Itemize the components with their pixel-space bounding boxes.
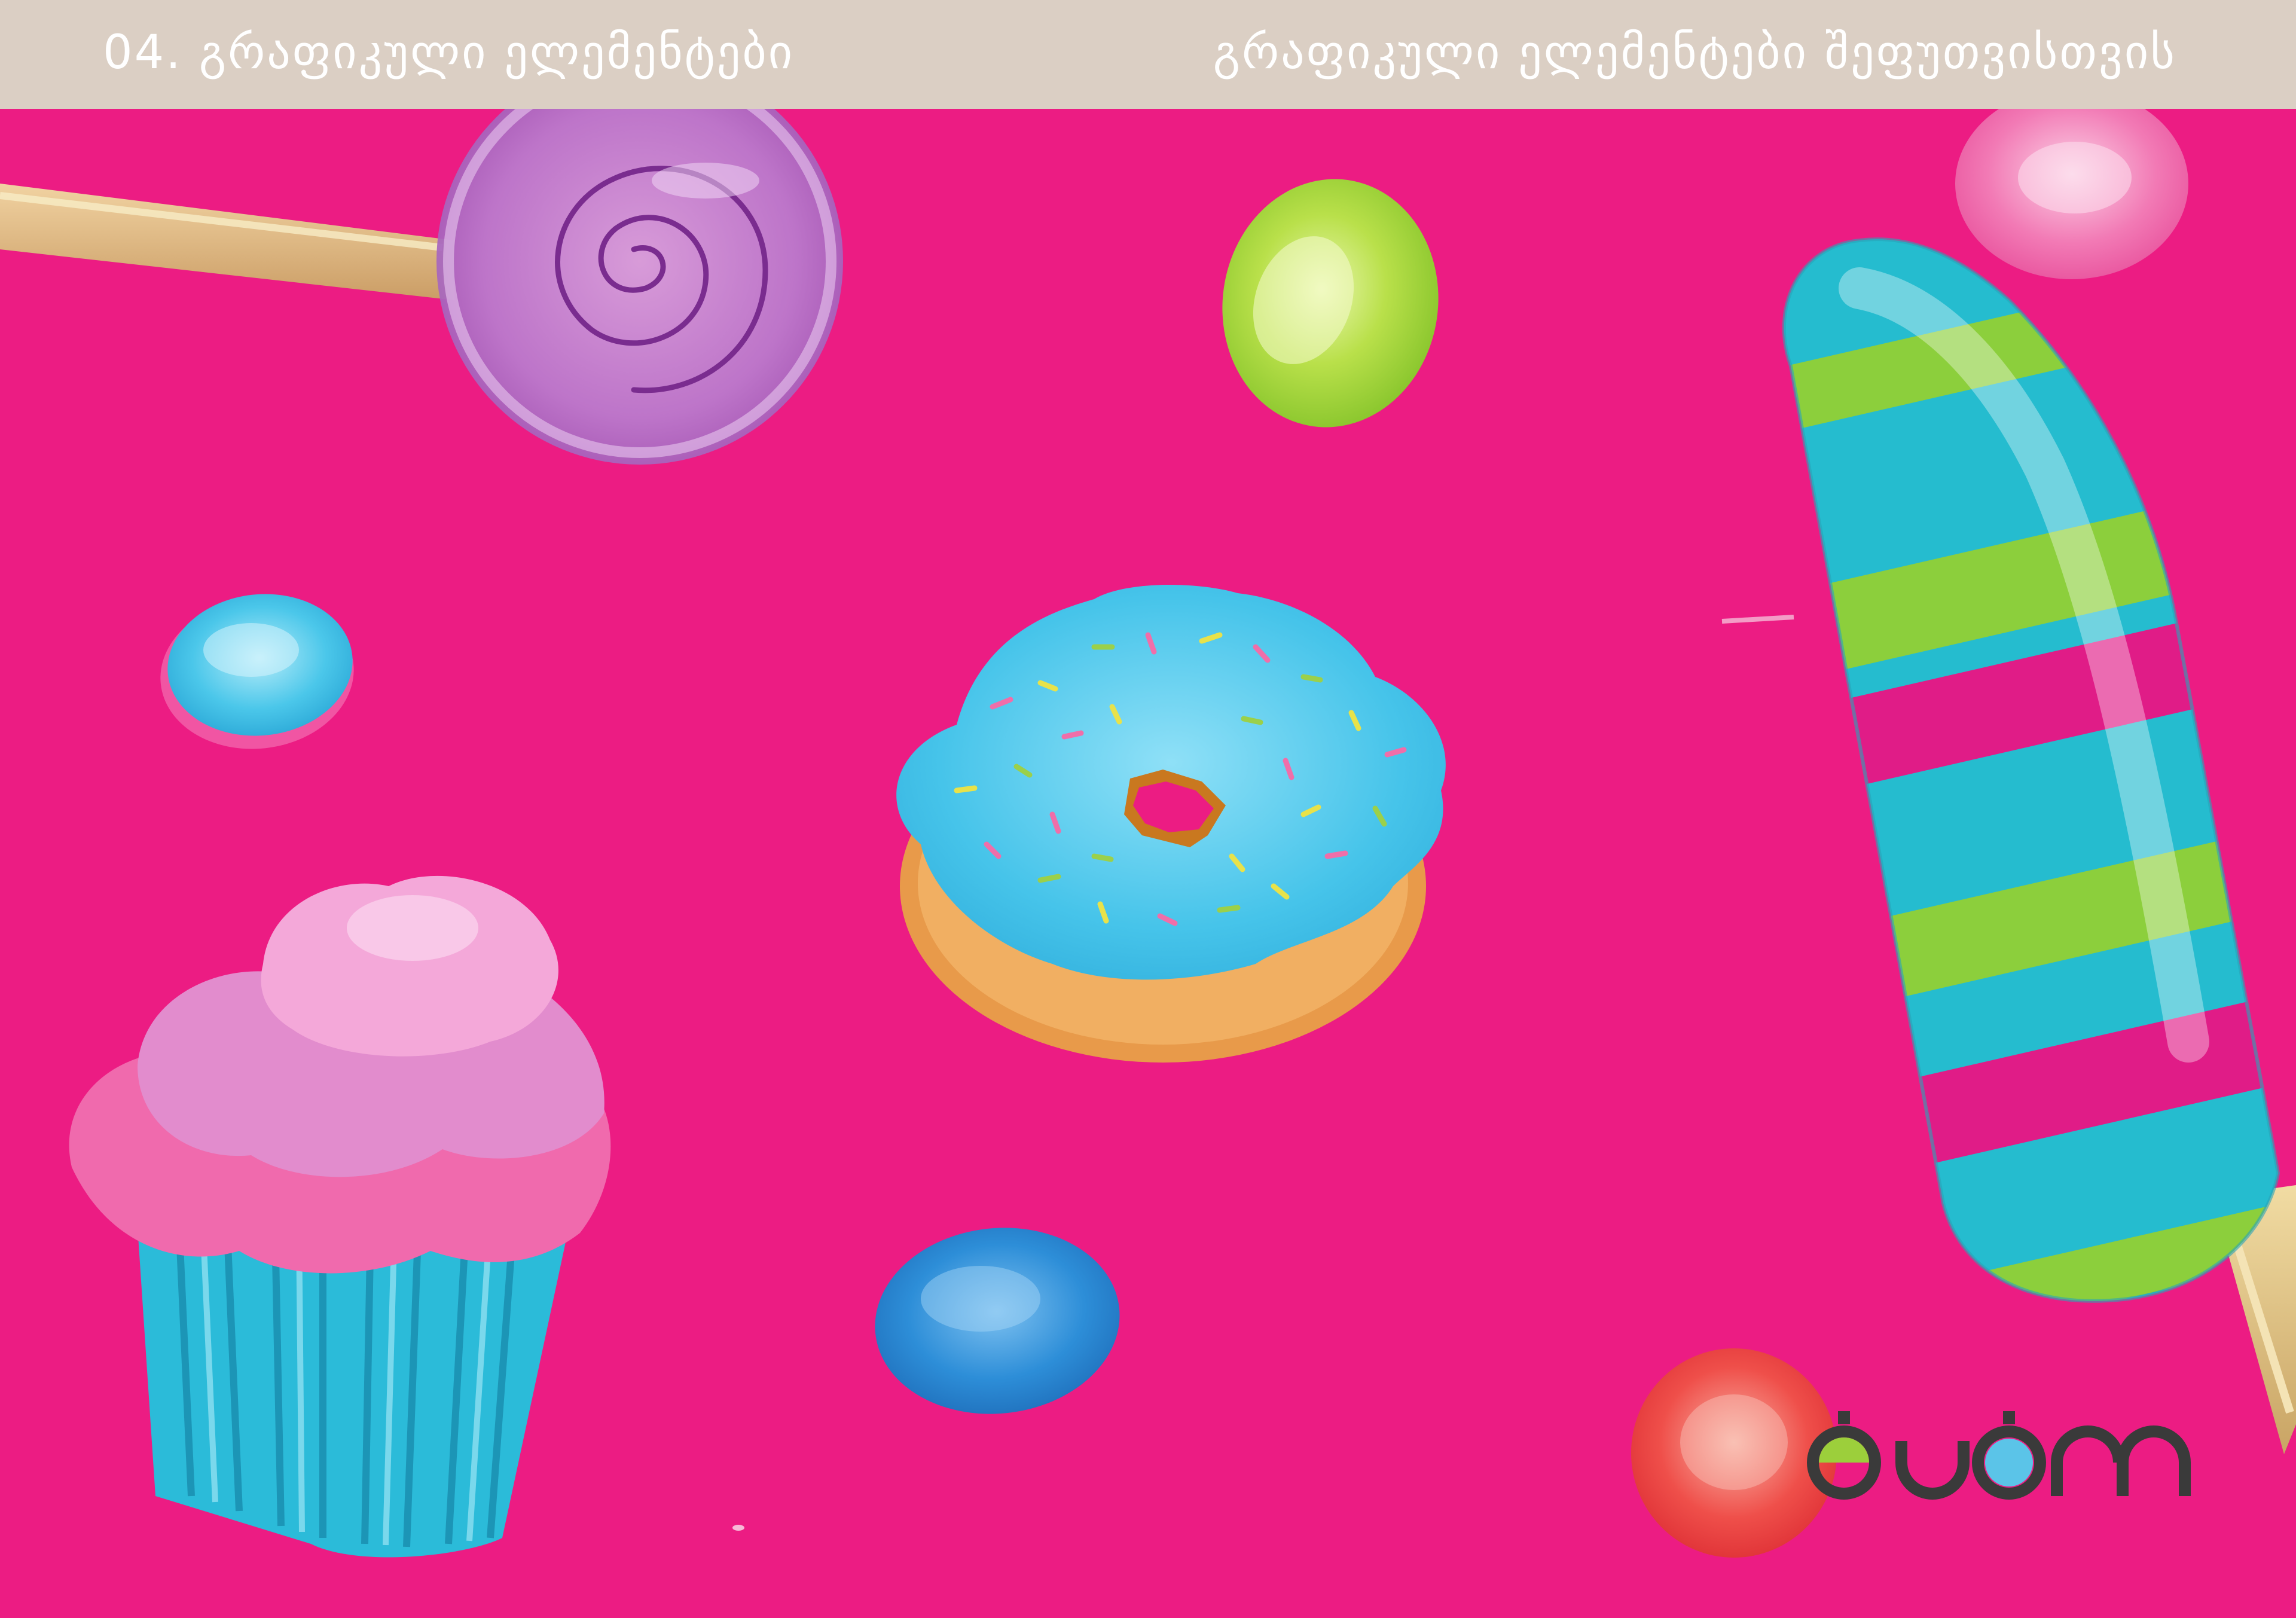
page: 04. გრაფიკული ელემენტები გრაფიკული ელემე… <box>0 0 2296 1624</box>
section-subtitle: გრაფიკული ელემენტები შეფუთვისთვის <box>1213 26 2176 80</box>
logo-letter-2 <box>1895 1441 1970 1500</box>
brand-logo <box>1807 1411 2191 1500</box>
bottom-edge <box>0 1618 2296 1624</box>
dark-blue-candy-icon <box>875 1228 1120 1414</box>
donut-icon <box>896 585 1446 1063</box>
illustration-art <box>0 109 2296 1558</box>
red-candy-icon <box>1631 1348 1837 1558</box>
blue-candy-icon <box>160 594 354 749</box>
logo-letter-3 <box>1972 1411 2046 1500</box>
header-band: 04. გრაფიკული ელემენტები გრაფიკული ელემე… <box>0 0 2296 109</box>
logo-letter-5 <box>2117 1425 2191 1496</box>
logo-letter-4 <box>2051 1425 2125 1496</box>
cupcake-icon <box>69 875 611 1558</box>
speck <box>732 1525 744 1531</box>
green-candy-icon <box>1222 179 1439 428</box>
pink-candy-icon <box>1955 109 2188 279</box>
section-title: 04. გრაფიკული ელემენტები <box>103 26 795 80</box>
popsicle-icon <box>1721 237 2296 1454</box>
lollipop-icon <box>0 109 843 465</box>
illustration-canvas <box>0 109 2296 1624</box>
